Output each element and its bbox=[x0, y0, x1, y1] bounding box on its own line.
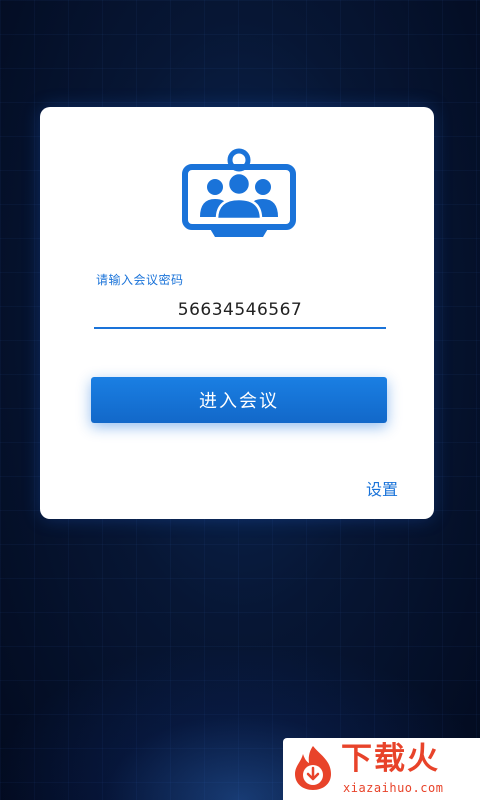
watermark-title: 下载火 bbox=[341, 741, 440, 777]
login-card: 请输入会议密码 进入会议 设置 bbox=[40, 107, 434, 519]
watermark-banner: 下载火 xiazaihuo.com bbox=[283, 738, 480, 800]
video-conference-icon bbox=[182, 148, 296, 237]
settings-link[interactable]: 设置 bbox=[366, 476, 398, 500]
watermark-subtitle: xiazaihuo.com bbox=[343, 781, 444, 795]
enter-meeting-button[interactable]: 进入会议 bbox=[91, 377, 387, 423]
password-label: 请输入会议密码 bbox=[96, 273, 184, 287]
meeting-password-input[interactable] bbox=[94, 293, 386, 329]
flame-download-icon bbox=[295, 746, 331, 790]
